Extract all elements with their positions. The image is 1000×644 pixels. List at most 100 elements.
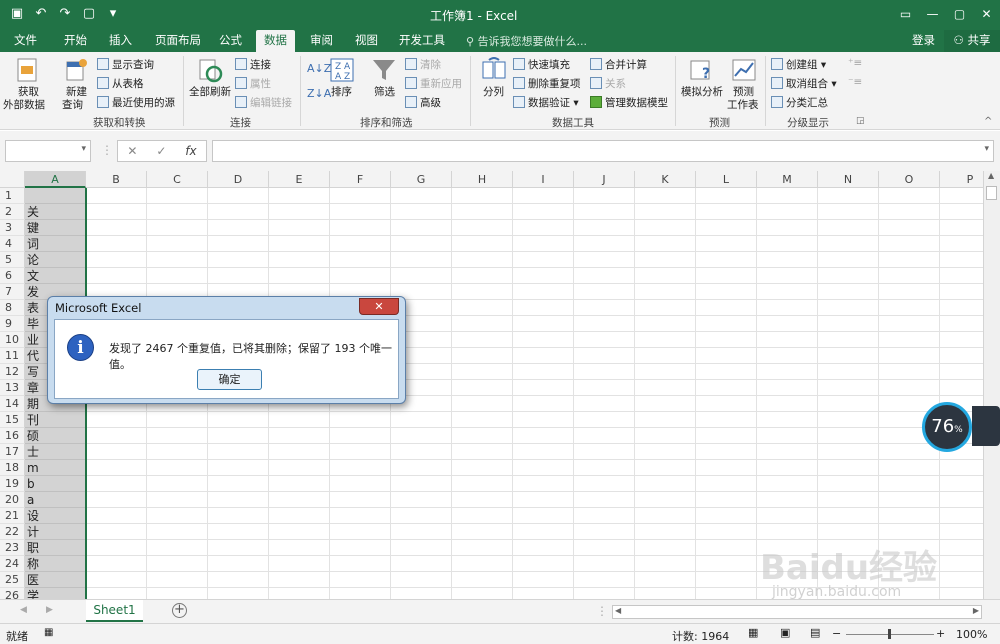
row-header[interactable]: 14 [0, 396, 25, 412]
tell-me-search[interactable]: ⚲ 告诉我您想要做什么... [466, 33, 587, 49]
insert-function-icon[interactable]: fx [185, 144, 196, 158]
column-header-h[interactable]: H [452, 171, 513, 188]
tab-developer[interactable]: 开发工具 [399, 32, 445, 48]
zoom-slider-thumb[interactable] [888, 629, 891, 639]
horizontal-scrollbar[interactable]: ◀ ▶ [612, 605, 982, 619]
normal-view-icon[interactable]: ▦ [748, 626, 758, 639]
scroll-left-icon[interactable]: ◀ [615, 606, 621, 615]
row-header[interactable]: 10 [0, 332, 25, 348]
group-button[interactable]: 创建组 ▾ [771, 57, 826, 72]
cell-a15[interactable]: 刊 [25, 412, 86, 428]
zoom-level[interactable]: 100% [956, 628, 987, 641]
expand-formula-icon[interactable]: ▾ [984, 144, 989, 154]
row-header[interactable]: 6 [0, 268, 25, 284]
row-header[interactable]: 21 [0, 508, 25, 524]
tab-home[interactable]: 开始 [64, 32, 87, 48]
properties-button[interactable]: 属性 [235, 76, 271, 91]
row-header[interactable]: 15 [0, 412, 25, 428]
cell-a25[interactable]: 医 [25, 572, 86, 588]
from-table-button[interactable]: 从表格 [97, 76, 144, 91]
login-link[interactable]: 登录 [912, 32, 935, 48]
show-queries-button[interactable]: 显示查询 [97, 57, 154, 72]
minimize-icon[interactable]: — [919, 0, 946, 28]
row-header[interactable]: 17 [0, 444, 25, 460]
ok-button[interactable]: 确定 [197, 369, 262, 390]
cell-a2[interactable]: 关 [25, 204, 86, 220]
column-header-c[interactable]: C [147, 171, 208, 188]
cell-a5[interactable]: 论 [25, 252, 86, 268]
filter-label[interactable]: 筛选 [374, 84, 395, 99]
enter-icon[interactable]: ✓ [156, 144, 166, 158]
cell-a16[interactable]: 硕 [25, 428, 86, 444]
tab-page-layout[interactable]: 页面布局 [155, 32, 201, 48]
undo-icon[interactable]: ↶ [30, 4, 52, 24]
column-header-k[interactable]: K [635, 171, 696, 188]
select-all-corner[interactable] [0, 171, 25, 188]
column-header-f[interactable]: F [330, 171, 391, 188]
recent-sources-button[interactable]: 最近使用的源 [97, 95, 175, 110]
tab-review[interactable]: 审阅 [310, 32, 333, 48]
row-header[interactable]: 2 [0, 204, 25, 220]
row-header[interactable]: 22 [0, 524, 25, 540]
column-header-d[interactable]: D [208, 171, 269, 188]
column-header-a[interactable]: A [25, 171, 86, 188]
advanced-button[interactable]: 高级 [405, 95, 441, 110]
ribbon-display-icon[interactable]: ▭ [892, 0, 919, 28]
save-icon[interactable]: ▣ [6, 4, 28, 24]
new-query-icon[interactable] [62, 56, 90, 84]
cell-a20[interactable]: a [25, 492, 86, 508]
scroll-up-icon[interactable]: ▲ [988, 171, 994, 180]
redo-icon[interactable]: ↷ [54, 4, 76, 24]
row-header[interactable]: 9 [0, 316, 25, 332]
cell-a23[interactable]: 职 [25, 540, 86, 556]
vertical-scrollbar[interactable]: ▲ [983, 171, 1000, 599]
row-header[interactable]: 7 [0, 284, 25, 300]
tab-formulas[interactable]: 公式 [219, 32, 242, 48]
tab-insert[interactable]: 插入 [109, 32, 132, 48]
row-header[interactable]: 1 [0, 188, 25, 204]
column-header-i[interactable]: I [513, 171, 574, 188]
row-header[interactable]: 24 [0, 556, 25, 572]
column-header-o[interactable]: O [879, 171, 940, 188]
dialog-close-button[interactable]: ✕ [359, 298, 399, 315]
chevron-down-icon[interactable]: ▾ [81, 144, 86, 154]
tab-file[interactable]: 文件 [14, 32, 37, 48]
row-header[interactable]: 26 [0, 588, 25, 599]
drag-handle-icon[interactable]: ⋮ [101, 143, 113, 157]
what-if-label[interactable]: 模拟分析 [681, 84, 723, 99]
row-header[interactable]: 5 [0, 252, 25, 268]
close-icon[interactable]: ✕ [973, 0, 1000, 28]
cell-a3[interactable]: 键 [25, 220, 86, 236]
dialog-launcher-icon[interactable]: ◲ [856, 116, 865, 126]
prev-sheet-icon[interactable]: ◀ [20, 605, 27, 615]
name-box[interactable]: ▾ [5, 140, 91, 162]
connections-button[interactable]: 连接 [235, 57, 271, 72]
cancel-icon[interactable]: ✕ [127, 144, 137, 158]
zoom-out-icon[interactable]: − [832, 627, 841, 640]
row-header[interactable]: 11 [0, 348, 25, 364]
row-header[interactable]: 3 [0, 220, 25, 236]
cell-a21[interactable]: 设 [25, 508, 86, 524]
subtotal-button[interactable]: 分类汇总 [771, 95, 828, 110]
column-header-l[interactable]: L [696, 171, 757, 188]
relationships-button[interactable]: 关系 [590, 76, 626, 91]
tab-view[interactable]: 视图 [355, 32, 378, 48]
column-header-g[interactable]: G [391, 171, 452, 188]
refresh-all-label[interactable]: 全部刷新 [189, 84, 231, 99]
cell-a18[interactable]: m [25, 460, 86, 476]
column-header-b[interactable]: B [86, 171, 147, 188]
column-header-m[interactable]: M [757, 171, 818, 188]
consolidate-button[interactable]: 合并计算 [590, 57, 647, 72]
column-header-e[interactable]: E [269, 171, 330, 188]
vertical-scroll-thumb[interactable] [986, 186, 997, 200]
page-break-view-icon[interactable]: ▤ [810, 626, 820, 639]
get-external-data-icon[interactable] [13, 56, 41, 84]
edit-links-button[interactable]: 编辑链接 [235, 95, 292, 110]
customize-qat-icon[interactable]: ▾ [102, 4, 124, 24]
row-header[interactable]: 23 [0, 540, 25, 556]
formula-input[interactable]: ▾ [212, 140, 994, 162]
reapply-button[interactable]: 重新应用 [405, 76, 462, 91]
row-header[interactable]: 4 [0, 236, 25, 252]
cell-a6[interactable]: 文 [25, 268, 86, 284]
row-header[interactable]: 18 [0, 460, 25, 476]
